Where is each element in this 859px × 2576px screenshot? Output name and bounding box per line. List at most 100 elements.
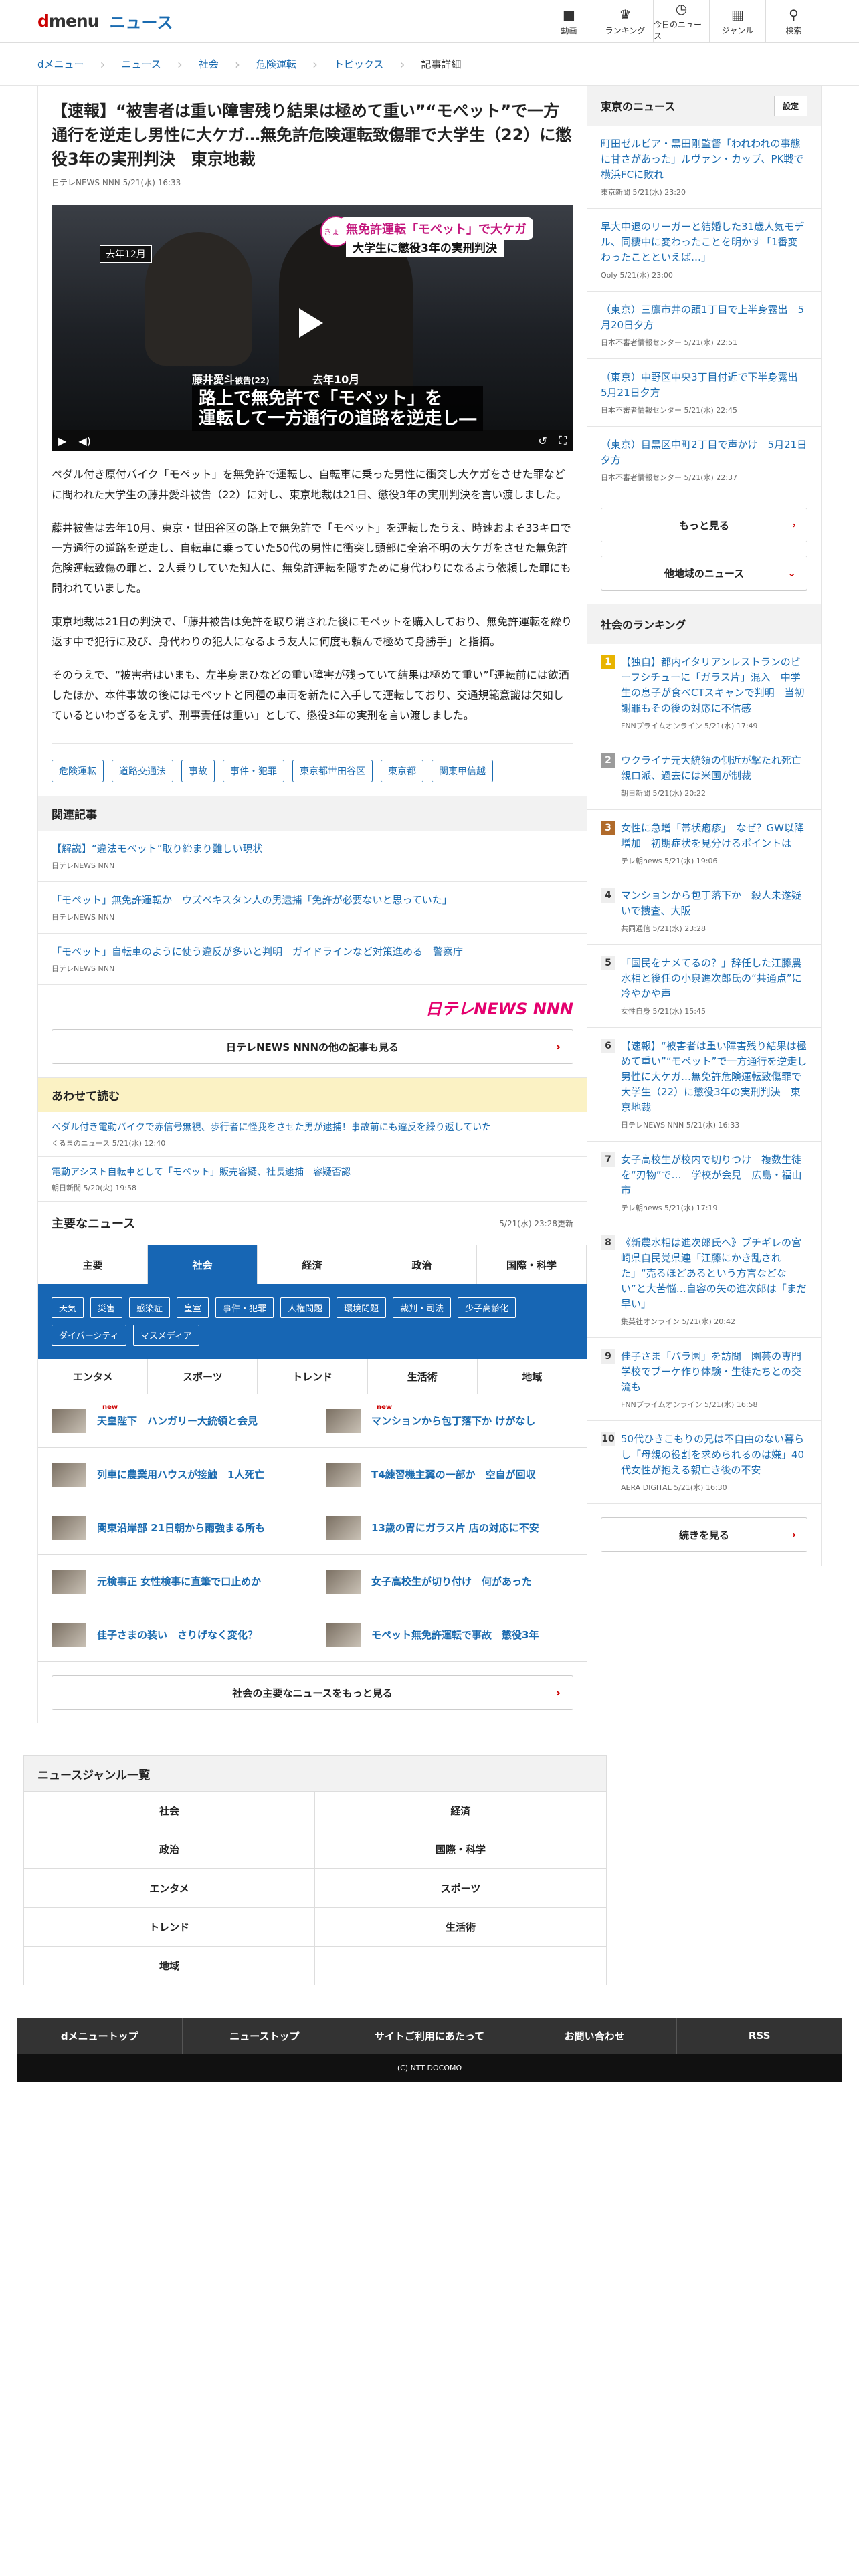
- local-news-item[interactable]: 早大中退のリーガーと結婚した31歳人気モデル、同棲中に変わったことを明かす「1番…: [587, 209, 821, 292]
- genre-link[interactable]: 経済: [315, 1791, 606, 1830]
- genre-link[interactable]: 国際・科学: [315, 1830, 606, 1868]
- footer-link[interactable]: dメニュートップ: [17, 2018, 183, 2054]
- subcat-chip[interactable]: ダイバーシティ: [52, 1325, 126, 1346]
- subcat-chip[interactable]: マスメディア: [132, 1325, 199, 1346]
- genre-link[interactable]: 社会: [24, 1791, 315, 1830]
- tag-link[interactable]: 事件・犯罪: [223, 760, 284, 782]
- footer-link[interactable]: お問い合わせ: [512, 2018, 678, 2054]
- volume-icon[interactable]: ◀): [78, 435, 91, 447]
- news-cell[interactable]: モペット無免許運転で事故 懲役3年: [312, 1608, 587, 1662]
- news-cell[interactable]: 佳子さまの装い さりげなく変化？: [38, 1608, 312, 1662]
- related-item[interactable]: 【解説】“違法モペット”取り締まり難しい現状 日テレNEWS NNN: [38, 831, 587, 882]
- nav-ranking[interactable]: ♛ ランキング: [597, 0, 653, 43]
- awase-item[interactable]: ペダル付き電動バイクで赤信号無視、歩行者に怪我をさせた男が逮捕！事故前にも違反を…: [38, 1112, 587, 1157]
- tab-economy[interactable]: 経済: [258, 1245, 367, 1284]
- nav-video[interactable]: ■ 動画: [541, 0, 597, 43]
- tag-link[interactable]: 関東甲信越: [432, 760, 493, 782]
- news-cell[interactable]: new 天皇陛下 ハンガリー大統領と会見: [38, 1394, 312, 1448]
- ranking-item[interactable]: 5 「国民をナメてるの？」辞任した江藤農水相と後任の小泉進次郎氏の“共通点”に冷や…: [587, 945, 821, 1028]
- awase-item[interactable]: 電動アシスト自転車として「モペット」販売容疑、社長逮捕 容疑否認 朝日新聞 5/2…: [38, 1157, 587, 1202]
- subcat-chip[interactable]: 災害: [90, 1297, 123, 1318]
- tab-main[interactable]: 主要: [38, 1245, 148, 1284]
- ranking-more-button[interactable]: 続きを見る ›: [601, 1517, 807, 1552]
- ranking-item[interactable]: 8 《新農水相は進次郎氏へ》ブチギレの宮崎県自民党県連「江藤にかき乱された」“売る…: [587, 1224, 821, 1338]
- nav-today[interactable]: ◷ 今日のニュース: [653, 0, 709, 43]
- ranking-item[interactable]: 2 ウクライナ元大統領の側近が撃たれ死亡 親ロ派、過去には米国が制裁 朝日新聞 5/…: [587, 742, 821, 810]
- genre-link[interactable]: 地域: [24, 1946, 315, 1985]
- genre-link[interactable]: 生活術: [315, 1907, 606, 1946]
- subcat-chip[interactable]: 感染症: [129, 1297, 171, 1318]
- related-item[interactable]: 「モペット」自転車のように使う違反が多いと判明 ガイドラインなど対策進める 警察…: [38, 934, 587, 985]
- breadcrumb-danger[interactable]: 危険運転: [256, 57, 296, 71]
- tag-link[interactable]: 東京都世田谷区: [292, 760, 373, 782]
- footer-link[interactable]: サイトご利用にあたって: [347, 2018, 512, 2054]
- more-ntv-button[interactable]: 日テレNEWS NNNの他の記事も見る ›: [52, 1029, 573, 1064]
- related-item[interactable]: 「モペット」無免許運転か ウズベキスタン人の男逮捕「免許が必要ないと思っていた」…: [38, 882, 587, 934]
- ranking-item[interactable]: 6 【速報】“被害者は重い障害残り結果は極めて重い”“モペット”で一方通行を逆走し…: [587, 1028, 821, 1142]
- play-small-icon[interactable]: ▶: [58, 435, 66, 447]
- subcat-chip[interactable]: 環境問題: [337, 1297, 387, 1318]
- news-logo[interactable]: ニュース: [110, 9, 173, 33]
- ranking-item[interactable]: 1 【独自】都内イタリアンレストランのビーフシチューに「ガラス片」混入 中学生の息…: [587, 644, 821, 742]
- ranking-item[interactable]: 9 佳子さま「バラ園」を訪問 園芸の専門学校でブーケ作り体験・生徒たちとの交流も F…: [587, 1338, 821, 1421]
- tag-link[interactable]: 危険運転: [52, 760, 104, 782]
- news-cell[interactable]: 女子高校生が切り付け 何があった: [312, 1555, 587, 1608]
- tab-sports[interactable]: スポーツ: [148, 1359, 258, 1394]
- subcat-chip[interactable]: 天気: [52, 1297, 84, 1318]
- news-cell[interactable]: 13歳の胃にガラス片 店の対応に不安: [312, 1501, 587, 1555]
- local-news-item[interactable]: 町田ゼルビア・黒田剛監督「われわれの事態に甘さがあった」ルヴァン・カップ、PK戦…: [587, 126, 821, 209]
- news-cell[interactable]: new マンションから包丁落下か けがなし: [312, 1394, 587, 1448]
- footer-link[interactable]: ニューストップ: [183, 2018, 348, 2054]
- news-cell[interactable]: T4練習機主翼の一部か 空自が回収: [312, 1448, 587, 1501]
- tag-link[interactable]: 事故: [181, 760, 215, 782]
- tab-politics[interactable]: 政治: [367, 1245, 477, 1284]
- genre-link[interactable]: 政治: [24, 1830, 315, 1868]
- subcat-chip[interactable]: 人権問題: [280, 1297, 330, 1318]
- subcat-chip[interactable]: 裁判・司法: [393, 1297, 452, 1318]
- content-wrap: 【速報】“被害者は重い障害残り結果は極めて重い”“モペット”で一方通行を逆走し男…: [37, 86, 822, 1723]
- tab-life[interactable]: 生活術: [368, 1359, 478, 1394]
- nav-genre[interactable]: ▦ ジャンル: [709, 0, 765, 43]
- tab-society[interactable]: 社会: [148, 1245, 258, 1284]
- new-badge: new: [102, 1404, 118, 1411]
- ranking-title: 社会のランキング: [601, 619, 686, 631]
- settings-button[interactable]: 設定: [773, 95, 807, 116]
- breadcrumb-dmenu[interactable]: dメニュー: [37, 57, 84, 71]
- video-player[interactable]: 去年12月 きょう 無免許運転「モペット」で大ケガ 大学生に懲役3年の実刑判決 …: [52, 205, 573, 451]
- genre-link[interactable]: スポーツ: [315, 1868, 606, 1907]
- local-news-item[interactable]: （東京）中野区中央3丁目付近で下半身露出 5月21日夕方 日本不審者情報センター …: [587, 359, 821, 427]
- local-heading: 東京のニュース 設定: [587, 86, 821, 126]
- breadcrumb-society[interactable]: 社会: [199, 57, 219, 71]
- ranking-item[interactable]: 7 女子高校生が校内で切りつけ 複数生徒を“刃物”で… 学校が会見 広島・福山市テ…: [587, 1142, 821, 1224]
- tab-trend[interactable]: トレンド: [258, 1359, 368, 1394]
- tab-intl[interactable]: 国際・科学: [477, 1245, 587, 1284]
- local-news-item[interactable]: （東京）目黒区中町2丁目で声かけ 5月21日夕方 日本不審者情報センター 5/21…: [587, 427, 821, 494]
- footer-link[interactable]: RSS: [677, 2018, 842, 2054]
- subcat-chip[interactable]: 事件・犯罪: [215, 1297, 274, 1318]
- more-society-button[interactable]: 社会の主要なニュースをもっと見る ›: [52, 1675, 573, 1710]
- nav-search[interactable]: ⚲ 検索: [765, 0, 822, 43]
- replay-icon[interactable]: ↺: [538, 435, 547, 447]
- news-cell[interactable]: 元検事正 女性検事に直筆で口止めか: [38, 1555, 312, 1608]
- local-more-button[interactable]: もっと見る ›: [601, 508, 807, 542]
- news-cell[interactable]: 関東沿岸部 21日朝から雨強まる所も: [38, 1501, 312, 1555]
- tab-local[interactable]: 地域: [478, 1359, 587, 1394]
- ranking-item[interactable]: 4 マンションから包丁落下か 殺人未遂疑いで捜査、大阪 共同通信 5/21(水) 2…: [587, 877, 821, 945]
- genre-link[interactable]: エンタメ: [24, 1868, 315, 1907]
- breadcrumb-topics[interactable]: トピックス: [334, 57, 384, 71]
- ranking-item[interactable]: 10 50代ひきこもりの兄は不自由のない暮らし「母親の役割を求められるのは嫌」40…: [587, 1421, 821, 1504]
- tag-link[interactable]: 道路交通法: [112, 760, 173, 782]
- local-news-item[interactable]: （東京）三鷹市井の頭1丁目で上半身露出 5月20日夕方 日本不審者情報センター 5…: [587, 292, 821, 359]
- subcat-chip[interactable]: 少子高齢化: [458, 1297, 516, 1318]
- subcat-chip[interactable]: 皇室: [177, 1297, 209, 1318]
- dmenu-logo[interactable]: d menu: [37, 11, 100, 31]
- news-cell[interactable]: 列車に農業用ハウスが接触 1人死亡: [38, 1448, 312, 1501]
- tag-link[interactable]: 東京都: [381, 760, 423, 782]
- breadcrumb-news[interactable]: ニュース: [122, 57, 161, 71]
- ranking-item[interactable]: 3 女性に急増「帯状疱疹」 なぜ？GW以降増加 初期症状を見分けるポイントは テレ朝…: [587, 810, 821, 877]
- tab-entame[interactable]: エンタメ: [38, 1359, 149, 1394]
- play-icon[interactable]: [299, 308, 323, 338]
- genre-link[interactable]: トレンド: [24, 1907, 315, 1946]
- other-area-button[interactable]: 他地域のニュース ⌄: [601, 556, 807, 591]
- fullscreen-icon[interactable]: ⛶: [559, 434, 567, 447]
